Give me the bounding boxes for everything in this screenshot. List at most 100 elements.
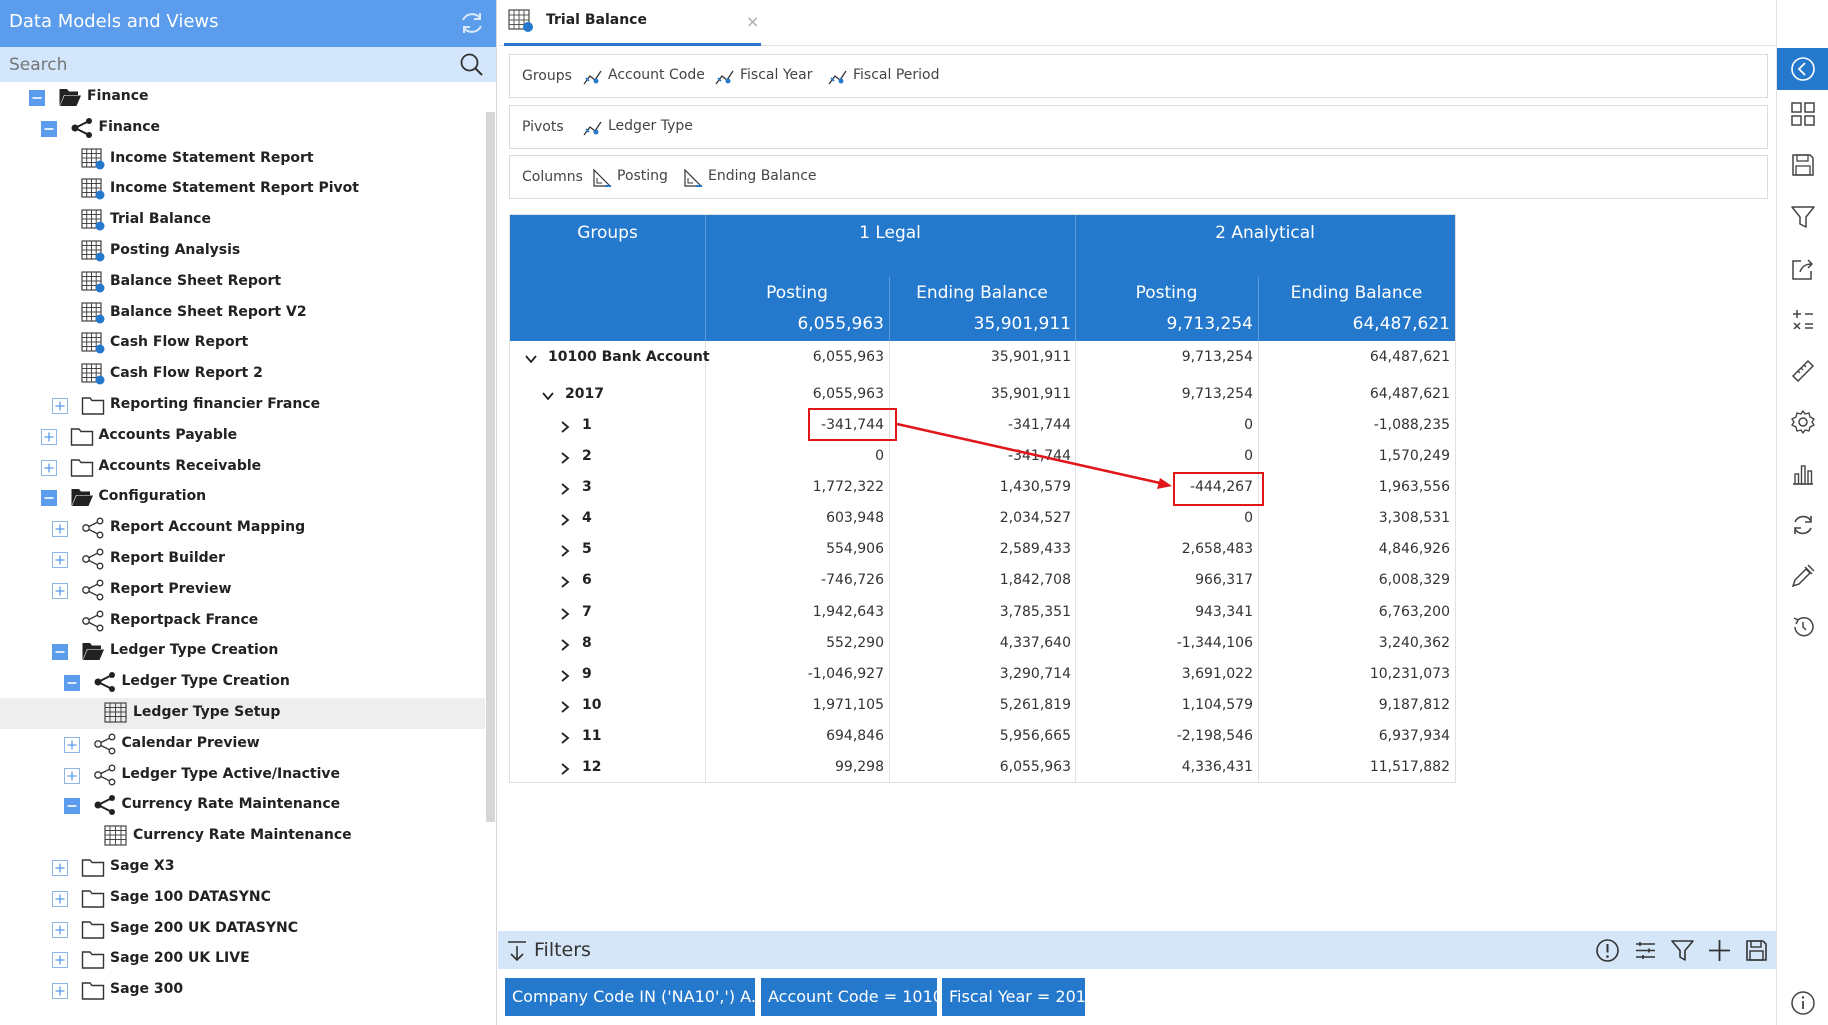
eyedropper-icon[interactable] (1790, 563, 1816, 589)
tree-item[interactable]: Sage X3 (0, 852, 485, 883)
chevron-right-icon[interactable] (558, 699, 572, 713)
row-label[interactable]: 1 (582, 417, 592, 433)
col-header[interactable]: Ending Balance (889, 283, 1075, 303)
chevron-right-icon[interactable] (558, 574, 572, 588)
tab-trial-balance[interactable]: Trial Balance × (504, 0, 761, 46)
tree-item[interactable]: Cash Flow Report (0, 328, 485, 359)
filter-chip-account-code[interactable]: Account Code = 10100 (761, 978, 937, 1016)
expand-icon[interactable] (52, 860, 68, 876)
row-label[interactable]: 11 (582, 728, 601, 744)
chevron-right-icon[interactable] (558, 481, 572, 495)
chevron-right-icon[interactable] (558, 668, 572, 682)
sync-icon[interactable] (1790, 512, 1816, 538)
search-input[interactable] (9, 51, 449, 78)
expand-icon[interactable] (40, 428, 57, 445)
row-label[interactable]: 7 (582, 604, 592, 620)
save-icon[interactable] (1790, 152, 1816, 178)
tree-item[interactable]: Report Account Mapping (0, 513, 485, 544)
chevron-right-icon[interactable] (558, 419, 572, 433)
export-icon[interactable] (1790, 256, 1816, 282)
col-header[interactable]: Ending Balance (1258, 283, 1455, 303)
row-label[interactable]: 5 (582, 541, 592, 557)
chevron-right-icon[interactable] (558, 606, 572, 620)
tree-item[interactable]: Balance Sheet Report V2 (0, 298, 485, 329)
close-icon[interactable]: × (746, 12, 759, 31)
row-label[interactable]: 10 (582, 697, 601, 713)
bar-chart-icon[interactable] (1790, 461, 1816, 487)
collapse-filters-icon[interactable] (506, 940, 528, 962)
tree-item[interactable]: Ledger Type Active/Inactive (0, 760, 485, 791)
collapse-icon[interactable] (52, 644, 68, 661)
tree-item[interactable]: Finance (0, 113, 485, 144)
collapse-icon[interactable] (40, 490, 57, 507)
tree-item[interactable]: Configuration (0, 482, 485, 513)
expand-icon[interactable] (52, 582, 68, 599)
expand-icon[interactable] (63, 767, 80, 784)
collapse-panel-button[interactable] (1777, 48, 1828, 90)
collapse-icon[interactable] (63, 675, 80, 692)
collapse-icon[interactable] (40, 120, 57, 137)
tree-item[interactable]: Sage 200 UK DATASYNC (0, 914, 485, 945)
col-header[interactable]: Posting (705, 283, 889, 303)
save-icon[interactable] (1744, 938, 1769, 963)
chevron-right-icon[interactable] (558, 543, 572, 557)
filter-icon[interactable] (1790, 204, 1816, 230)
tree-item[interactable]: Income Statement Report Pivot (0, 174, 485, 205)
row-label[interactable]: 4 (582, 510, 592, 526)
row-label[interactable]: 8 (582, 635, 592, 651)
tree-item[interactable]: Sage 300 (0, 975, 485, 1006)
tree-item[interactable]: Ledger Type Creation (0, 636, 485, 667)
chevron-right-icon[interactable] (558, 761, 572, 775)
ruler-icon[interactable] (1790, 358, 1816, 384)
tree-item[interactable]: Ledger Type Creation (0, 667, 485, 698)
tree-item[interactable]: Reportpack France (0, 606, 485, 637)
dashboard-icon[interactable] (1790, 101, 1816, 127)
row-label[interactable]: 6 (582, 572, 592, 588)
chevron-right-icon[interactable] (558, 512, 572, 526)
row-label[interactable]: 9 (582, 666, 592, 682)
chevron-right-icon[interactable] (558, 450, 572, 464)
tree-item[interactable]: Accounts Receivable (0, 452, 485, 483)
tree-item[interactable]: Posting Analysis (0, 236, 485, 267)
tree-item[interactable]: Ledger Type Setup (0, 698, 485, 729)
settings-icon[interactable] (1790, 409, 1816, 435)
search-icon[interactable] (459, 52, 484, 77)
expand-icon[interactable] (63, 736, 80, 753)
collapse-icon[interactable] (63, 798, 80, 815)
info-icon[interactable] (1790, 990, 1816, 1016)
row-label[interactable]: 2017 (565, 386, 604, 402)
expand-icon[interactable] (40, 459, 57, 476)
tree-item[interactable]: Balance Sheet Report (0, 267, 485, 298)
row-label[interactable]: 12 (582, 759, 601, 775)
chevron-down-icon[interactable] (524, 351, 538, 365)
tree-item[interactable]: Accounts Payable (0, 421, 485, 452)
expand-icon[interactable] (52, 521, 68, 538)
info-icon[interactable] (1595, 938, 1620, 963)
list-settings-icon[interactable] (1633, 938, 1658, 963)
tree-item[interactable]: Sage 200 UK LIVE (0, 944, 485, 975)
row-label[interactable]: 10100 Bank Account (548, 349, 710, 365)
expand-icon[interactable] (52, 398, 68, 414)
tree-item[interactable]: Currency Rate Maintenance (0, 821, 485, 852)
expand-icon[interactable] (52, 890, 68, 907)
add-icon[interactable] (1707, 938, 1732, 963)
filter-chip-fiscal-year[interactable]: Fiscal Year = 2017 (942, 978, 1085, 1016)
chevron-right-icon[interactable] (558, 637, 572, 651)
filter-chip-company-code[interactable]: Company Code IN ('NA10',') A... (505, 978, 755, 1016)
calculator-icon[interactable] (1790, 307, 1816, 333)
tree-item[interactable]: Report Builder (0, 544, 485, 575)
chevron-down-icon[interactable] (541, 388, 555, 402)
tree-item[interactable]: Cash Flow Report 2 (0, 359, 485, 390)
row-label[interactable]: 3 (582, 479, 592, 495)
row-label[interactable]: 2 (582, 448, 592, 464)
tree-item[interactable]: Sage 100 DATASYNC (0, 883, 485, 914)
tree-item[interactable]: Report Preview (0, 575, 485, 606)
tree-scrollbar[interactable] (486, 112, 495, 822)
history-icon[interactable] (1790, 614, 1816, 640)
expand-icon[interactable] (52, 552, 68, 568)
tree-item[interactable]: Income Statement Report (0, 144, 485, 175)
expand-icon[interactable] (52, 921, 68, 938)
col-header[interactable]: Posting (1075, 283, 1258, 303)
tree-item[interactable]: Calendar Preview (0, 729, 485, 760)
expand-icon[interactable] (52, 983, 68, 1000)
